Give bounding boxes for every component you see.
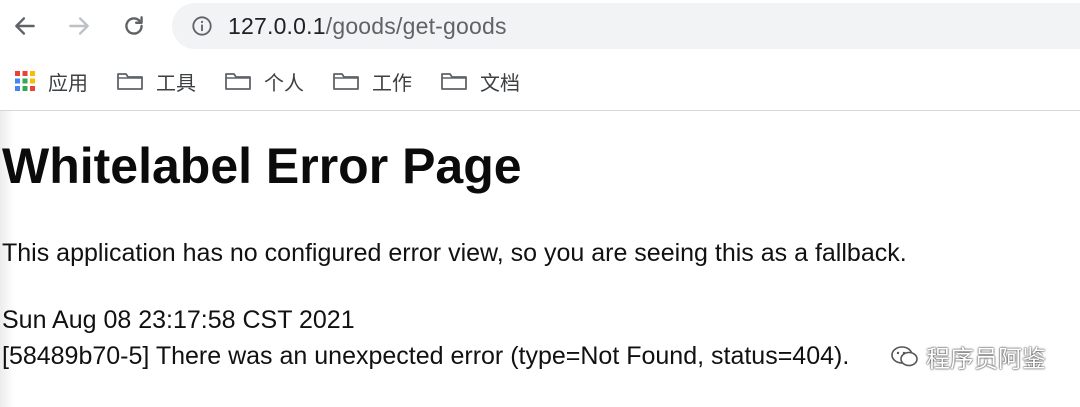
error-timestamp: Sun Aug 08 23:17:58 CST 2021 [2, 306, 355, 334]
error-description: This application has no configured error… [2, 239, 907, 267]
site-info-icon[interactable] [190, 14, 214, 38]
forward-button[interactable] [61, 8, 97, 44]
folder-icon [440, 70, 468, 92]
arrow-left-icon [15, 17, 35, 35]
folder-icon [224, 70, 252, 92]
back-button[interactable] [7, 8, 43, 44]
url-host: 127.0.0.1 [228, 12, 326, 39]
bookmark-label: 个人 [264, 72, 304, 95]
reload-button[interactable] [116, 8, 152, 44]
bookmark-label: 工作 [372, 72, 412, 95]
bookmark-label: 应用 [48, 72, 88, 95]
reload-icon [125, 16, 143, 35]
url-path: /goods/get-goods [325, 12, 507, 39]
arrow-right-icon [69, 17, 89, 35]
watermark-text: 程序员阿鉴 [926, 346, 1046, 373]
browser-window: 127.0.0.1/goods/get-goods 应用 工具 个人 工作 文档… [0, 0, 1080, 407]
folder-icon [116, 70, 144, 92]
bookmark-apps[interactable]: 应用 [6, 61, 96, 101]
bookmark-docs[interactable]: 文档 [432, 61, 528, 101]
browser-toolbar: 127.0.0.1/goods/get-goods [0, 0, 1080, 54]
url-text[interactable]: 127.0.0.1/goods/get-goods [228, 13, 507, 40]
bookmark-label: 工具 [156, 72, 196, 95]
apps-grid-icon [14, 70, 36, 92]
page-content: Whitelabel Error Page This application h… [0, 111, 1080, 407]
folder-icon [332, 70, 360, 92]
address-bar[interactable]: 127.0.0.1/goods/get-goods [172, 3, 1080, 49]
page-title: Whitelabel Error Page [2, 138, 522, 194]
bookmarks-bar: 应用 工具 个人 工作 文档 [0, 56, 1080, 106]
error-detail: [58489b70-5] There was an unexpected err… [2, 342, 850, 370]
bookmark-personal[interactable]: 个人 [216, 61, 312, 101]
wechat-icon [890, 344, 920, 370]
watermark: 程序员阿鉴 [890, 339, 1046, 374]
bookmark-work[interactable]: 工作 [324, 61, 420, 101]
bookmark-label: 文档 [480, 72, 520, 95]
bookmark-tools[interactable]: 工具 [108, 61, 204, 101]
